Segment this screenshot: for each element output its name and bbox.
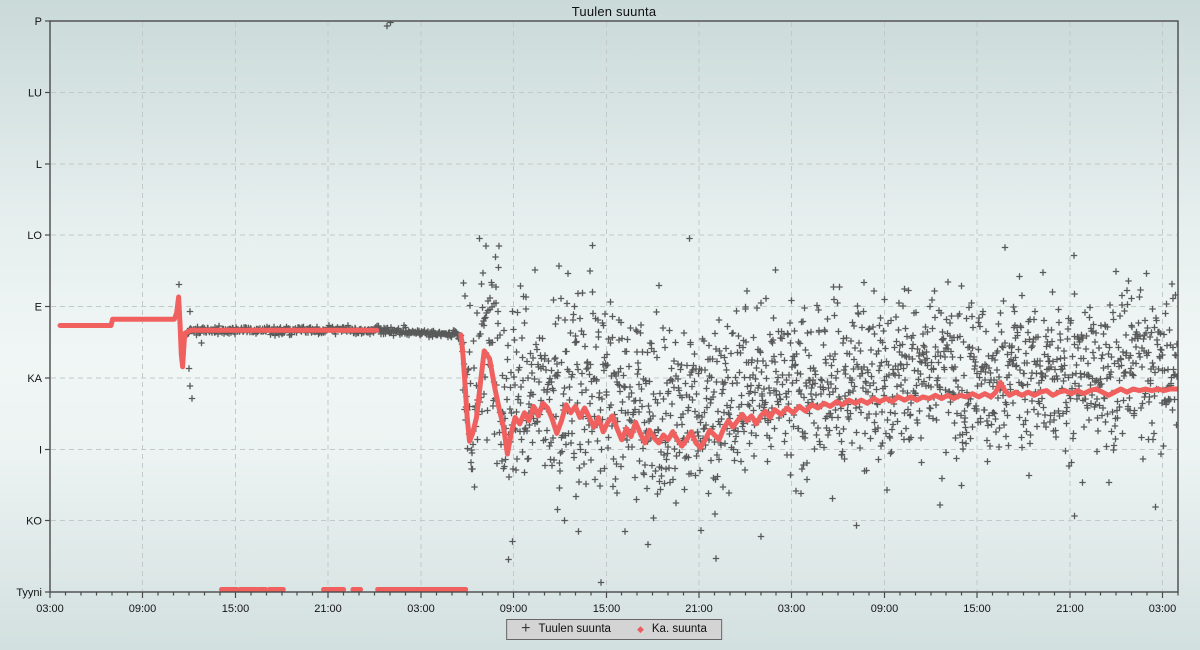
scatter-series-tuulen-suunta [176,19,1180,585]
x-tick-label: 15:00 [222,603,250,615]
y-tick-label: P [35,16,42,28]
y-tick-label: LO [27,230,42,242]
x-tick-label: 03:00 [778,603,806,615]
x-tick-label: 03:00 [407,603,435,615]
avg-line-ka-suunta [60,297,377,367]
legend-label-ka-suunta: Ka. suunta [652,623,707,635]
legend-item-tuulen-suunta: + Tuulen suunta [521,623,611,635]
x-tick-label: 21:00 [314,603,342,615]
x-tick-label: 15:00 [593,603,621,615]
x-tick-label: 21:00 [685,603,713,615]
legend: + Tuulen suunta ◆ Ka. suunta [506,619,722,640]
x-tick-label: 09:00 [129,603,157,615]
x-tick-label: 09:00 [871,603,899,615]
legend-label-tuulen-suunta: Tuulen suunta [538,623,610,635]
y-tick-label: LU [28,87,42,99]
x-tick-label: 03:00 [36,603,64,615]
legend-item-ka-suunta: ◆ Ka. suunta [637,623,707,635]
x-tick-label: 15:00 [963,603,991,615]
diamond-marker-icon: ◆ [637,625,644,634]
y-tick-label: KO [26,515,42,527]
wind-direction-chart: Tuulen suunta P LU L LO E KA I KO Tyyni 03:00 09:0… [0,0,1200,650]
y-tick-label: I [39,444,42,456]
plus-marker-icon: + [521,624,530,634]
y-tick-label: E [35,301,42,313]
y-tick-label: L [36,159,42,171]
y-tick-label: Tyyni [16,587,42,599]
plot-area: P LU L LO E KA I KO Tyyni 03:00 09:00 15:00 21:00 03:… [0,0,1200,650]
x-tick-label: 21:00 [1056,603,1084,615]
x-tick-label: 03:00 [1149,603,1177,615]
y-tick-label: KA [27,373,42,385]
x-tick-label: 09:00 [500,603,528,615]
